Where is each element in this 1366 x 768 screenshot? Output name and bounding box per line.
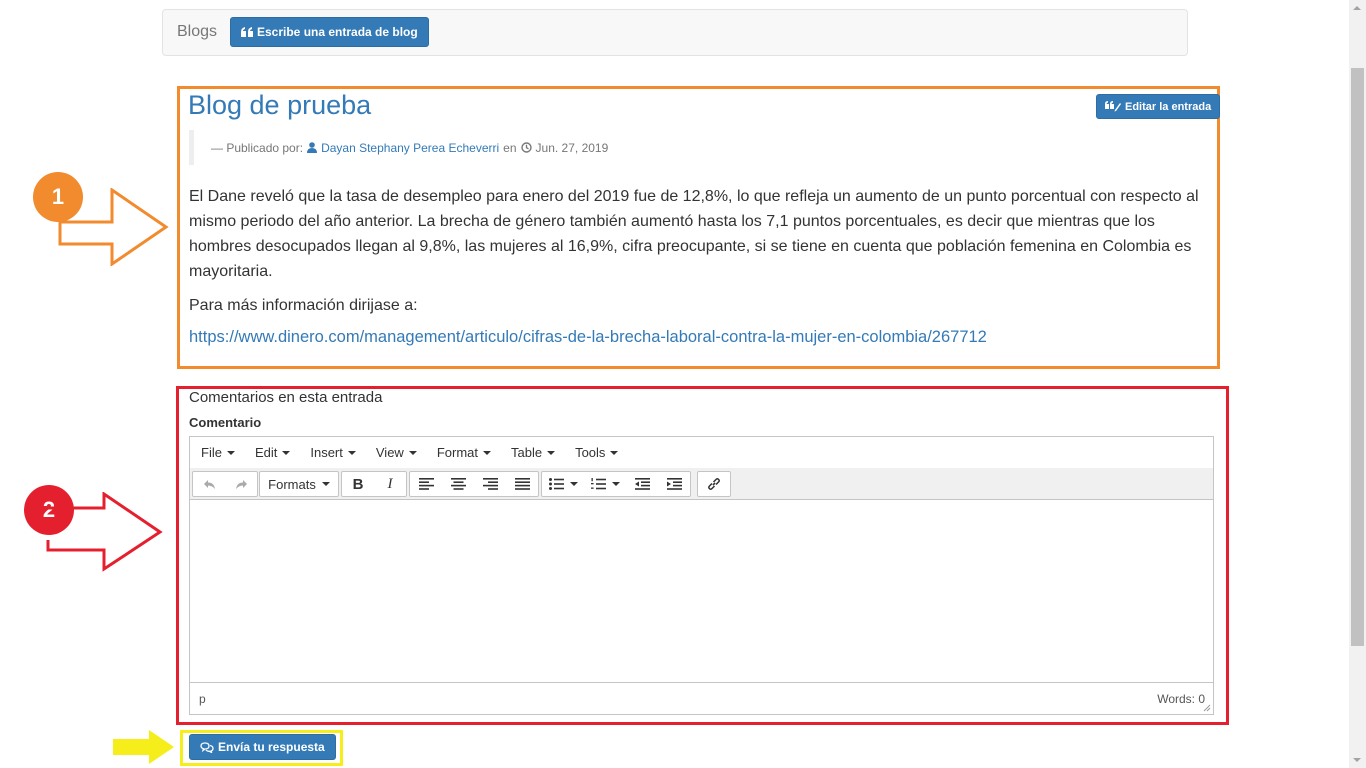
- list-group: [541, 471, 691, 497]
- chevron-down-icon: [347, 450, 356, 455]
- editor-statusbar: p Words: 0: [190, 682, 1213, 714]
- comment-field-label: Comentario: [189, 415, 262, 430]
- formats-dropdown[interactable]: Formats: [260, 472, 338, 496]
- scroll-up-icon[interactable]: [1353, 6, 1361, 10]
- menu-insert-label: Insert: [310, 445, 343, 460]
- comments-icon: [200, 741, 214, 753]
- annotation-arrow-3: [113, 730, 174, 764]
- word-count: Words: 0: [1157, 692, 1205, 706]
- chevron-down-icon: [282, 450, 291, 455]
- post-body: El Dane reveló que la tasa de desempleo …: [189, 184, 1214, 327]
- undo-icon: [203, 479, 215, 489]
- redo-icon: [235, 479, 247, 489]
- indent-button[interactable]: [658, 472, 690, 496]
- text-style-group: B I: [341, 471, 407, 497]
- undo-button[interactable]: [193, 472, 225, 496]
- editor-content-area[interactable]: [190, 500, 1213, 683]
- chevron-down-icon: [569, 482, 578, 486]
- menu-table-label: Table: [511, 445, 543, 460]
- chevron-down-icon: [611, 482, 620, 486]
- write-blog-entry-button[interactable]: Escribe una entrada de blog: [230, 17, 429, 47]
- edit-entry-button[interactable]: Editar la entrada: [1096, 94, 1221, 119]
- align-right-icon: [482, 478, 498, 490]
- italic-button[interactable]: I: [374, 472, 406, 496]
- menu-edit-label: Edit: [254, 445, 278, 460]
- align-center-icon: [450, 478, 466, 490]
- write-blog-entry-label: Escribe una entrada de blog: [257, 25, 418, 39]
- post-meta: — Publicado por: Dayan Stephany Perea Ec…: [189, 130, 608, 165]
- outdent-button[interactable]: [626, 472, 658, 496]
- page-scrollbar[interactable]: [1349, 0, 1366, 768]
- editor-menubar: File Edit Insert View Format Table Tools: [190, 437, 1213, 469]
- chevron-down-icon: [226, 450, 235, 455]
- bullet-list-icon: [548, 478, 564, 490]
- menu-file[interactable]: File: [190, 445, 245, 460]
- align-left-icon: [418, 478, 434, 490]
- scroll-down-icon[interactable]: [1353, 758, 1361, 762]
- menu-tools-label: Tools: [575, 445, 606, 460]
- align-justify-button[interactable]: [506, 472, 538, 496]
- edit-entry-label: Editar la entrada: [1125, 100, 1212, 113]
- comments-title: Comentarios en esta entrada: [189, 389, 383, 406]
- published-by-label: — Publicado por:: [211, 140, 304, 155]
- clock-icon: [520, 142, 532, 153]
- formats-label: Formats: [268, 476, 316, 492]
- editor-toolbar: Formats B I: [190, 468, 1213, 500]
- formats-group: Formats: [259, 471, 339, 497]
- align-justify-icon: [514, 478, 530, 490]
- annotation-arrow-2: [46, 492, 163, 572]
- quote-icon: [241, 27, 253, 37]
- blogs-navbar: Blogs Escribe una entrada de blog: [162, 9, 1188, 56]
- numbered-list-icon: [590, 478, 606, 490]
- menu-edit[interactable]: Edit: [245, 445, 300, 460]
- edit-icon: [1105, 101, 1121, 112]
- chevron-down-icon: [547, 450, 556, 455]
- link-icon: [708, 478, 720, 490]
- chevron-down-icon: [610, 450, 619, 455]
- submit-reply-button[interactable]: Envía tu respuesta: [189, 734, 336, 760]
- submit-reply-label: Envía tu respuesta: [218, 740, 325, 754]
- insert-link-button[interactable]: [698, 472, 730, 496]
- menu-insert[interactable]: Insert: [300, 445, 366, 460]
- align-center-button[interactable]: [442, 472, 474, 496]
- align-right-button[interactable]: [474, 472, 506, 496]
- published-on-label: en: [503, 140, 517, 155]
- menu-view[interactable]: View: [366, 445, 427, 460]
- user-icon: [307, 142, 318, 153]
- alignment-group: [409, 471, 539, 497]
- menu-table[interactable]: Table: [501, 445, 565, 460]
- outdent-icon: [634, 478, 650, 490]
- post-source-link[interactable]: https://www.dinero.com/management/articu…: [189, 328, 987, 347]
- blogs-brand[interactable]: Blogs: [177, 23, 217, 41]
- link-group: [697, 471, 731, 497]
- menu-tools[interactable]: Tools: [565, 445, 628, 460]
- menu-format[interactable]: Format: [427, 445, 501, 460]
- annotation-arrow-1: [58, 188, 169, 266]
- indent-icon: [666, 478, 682, 490]
- scrollbar-thumb[interactable]: [1351, 68, 1364, 646]
- post-more-info: Para más información dirijase a:: [189, 297, 418, 314]
- post-title[interactable]: Blog de prueba: [188, 90, 371, 121]
- chevron-down-icon: [483, 450, 491, 455]
- bold-button[interactable]: B: [342, 472, 374, 496]
- chevron-down-icon: [321, 482, 330, 486]
- align-left-button[interactable]: [410, 472, 442, 496]
- chevron-down-icon: [408, 450, 417, 455]
- comment-rich-text-editor: File Edit Insert View Format Table Tools…: [189, 436, 1214, 715]
- post-author-link[interactable]: Dayan Stephany Perea Echeverri: [321, 141, 499, 155]
- resize-handle-icon[interactable]: [1203, 704, 1211, 712]
- post-date: Jun. 27, 2019: [535, 140, 609, 155]
- bullet-list-button[interactable]: [542, 472, 584, 496]
- redo-button[interactable]: [225, 472, 257, 496]
- history-group: [192, 471, 258, 497]
- menu-view-label: View: [375, 445, 404, 460]
- post-paragraph: El Dane reveló que la tasa de desempleo …: [189, 188, 1199, 280]
- menu-file-label: File: [201, 445, 222, 460]
- element-path[interactable]: p: [199, 692, 206, 706]
- menu-format-label: Format: [436, 445, 478, 460]
- numbered-list-button[interactable]: [584, 472, 626, 496]
